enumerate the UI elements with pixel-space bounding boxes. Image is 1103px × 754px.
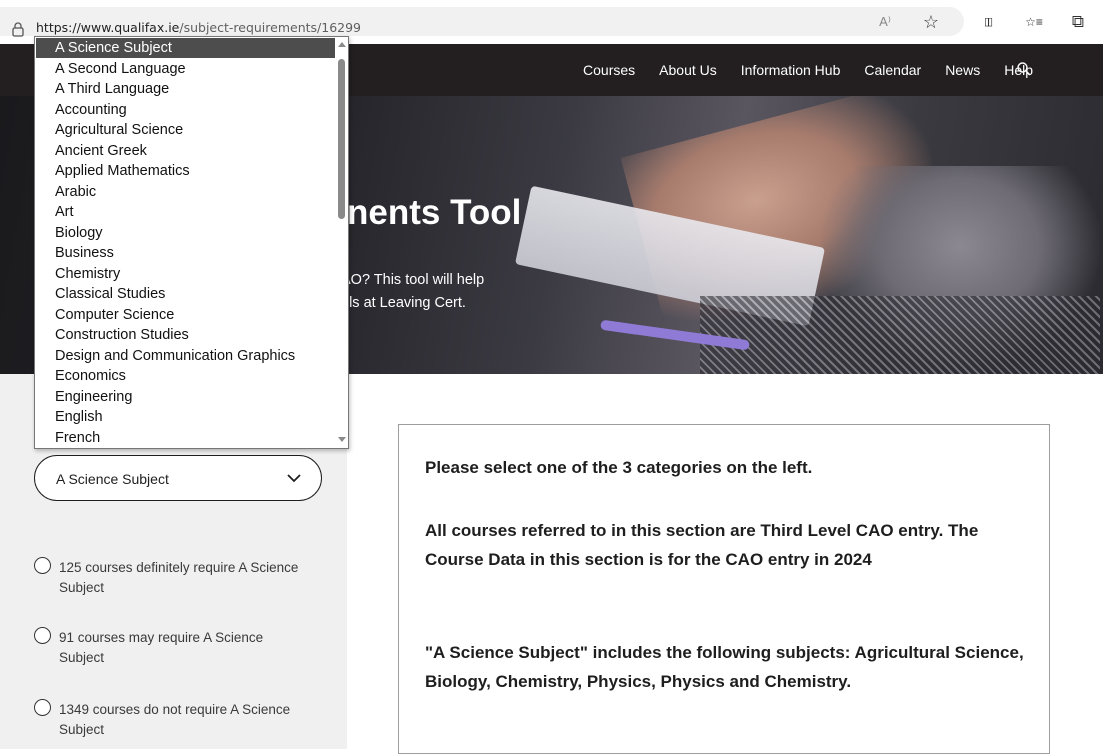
radio-button[interactable]: [34, 699, 51, 716]
info-subject-definition: "A Science Subject" includes the followi…: [425, 643, 1024, 691]
dropdown-option[interactable]: Engineering: [36, 387, 336, 407]
dropdown-option[interactable]: Arabic: [36, 182, 336, 202]
subject-select[interactable]: A Science Subject: [34, 455, 322, 501]
hero-subtitle: AO? This tool will help els at Leaving C…: [341, 272, 485, 311]
search-icon[interactable]: [1016, 61, 1032, 77]
url-text[interactable]: https://www.qualifax.ie/subject-requirem…: [36, 20, 361, 35]
dropdown-option[interactable]: A Third Language: [36, 79, 336, 99]
subject-select-value: A Science Subject: [56, 471, 169, 487]
info-box: Please select one of the 3 categories on…: [398, 424, 1050, 754]
nav-item-news[interactable]: News: [945, 62, 980, 78]
radio-label[interactable]: 125 courses definitely require A Science…: [59, 558, 309, 598]
info-cao-note: All courses referred to in this section …: [425, 521, 979, 569]
radio-label[interactable]: 91 courses may require A Science Subject: [59, 628, 309, 668]
dropdown-option[interactable]: Computer Science: [36, 305, 336, 325]
read-aloud-icon[interactable]: A⁾: [875, 12, 895, 32]
dropdown-option[interactable]: Economics: [36, 366, 336, 386]
dropdown-option[interactable]: Applied Mathematics: [36, 161, 336, 181]
nav-item-information-hub[interactable]: Information Hub: [741, 62, 841, 78]
nav-item-calendar[interactable]: Calendar: [864, 62, 921, 78]
radio-button[interactable]: [34, 557, 51, 574]
nav-item-courses[interactable]: Courses: [583, 62, 635, 78]
info-instruction: Please select one of the 3 categories on…: [425, 458, 813, 477]
dropdown-option[interactable]: Biology: [36, 223, 336, 243]
scroll-up-arrow-icon[interactable]: [338, 42, 346, 47]
radio-button[interactable]: [34, 627, 51, 644]
url-path: /subject-requirements/16299: [179, 20, 362, 35]
dropdown-option[interactable]: Ancient Greek: [36, 141, 336, 161]
split-screen-icon[interactable]: ▯▯: [977, 12, 997, 32]
collections-icon[interactable]: ⧉: [1068, 12, 1088, 32]
favorite-star-icon[interactable]: ☆: [921, 12, 941, 32]
dropdown-option[interactable]: Business: [36, 243, 336, 263]
chevron-down-icon: [287, 474, 301, 483]
subject-dropdown-list[interactable]: A Science Subject A Second Language A Th…: [34, 36, 349, 449]
scrollbar-thumb[interactable]: [338, 59, 345, 219]
hero-image-fabric: [700, 296, 1100, 374]
favorites-list-icon[interactable]: ☆≡: [1022, 12, 1046, 32]
nav-links: Courses About Us Information Hub Calenda…: [583, 62, 1033, 78]
dropdown-option[interactable]: English: [36, 407, 336, 427]
nav-item-about-us[interactable]: About Us: [659, 62, 717, 78]
radio-label[interactable]: 1349 courses do not require A Science Su…: [59, 700, 309, 740]
dropdown-option[interactable]: Construction Studies: [36, 325, 336, 345]
lock-icon[interactable]: [10, 21, 26, 37]
dropdown-scrollbar[interactable]: [335, 37, 348, 448]
dropdown-option[interactable]: Classical Studies: [36, 284, 336, 304]
url-field[interactable]: https://www.qualifax.ie/subject-requirem…: [0, 7, 964, 37]
dropdown-option[interactable]: Accounting: [36, 100, 336, 120]
dropdown-option[interactable]: Design and Communication Graphics: [36, 346, 336, 366]
dropdown-option[interactable]: Agricultural Science: [36, 120, 336, 140]
dropdown-option[interactable]: A Science Subject: [36, 38, 336, 58]
url-host: https://www.qualifax.ie: [36, 20, 180, 35]
dropdown-option[interactable]: French: [36, 428, 336, 448]
dropdown-option[interactable]: Chemistry: [36, 264, 336, 284]
hero-title: nents Tool: [347, 193, 522, 232]
dropdown-option[interactable]: A Second Language: [36, 59, 336, 79]
scroll-down-arrow-icon[interactable]: [338, 437, 346, 442]
dropdown-option[interactable]: Art: [36, 202, 336, 222]
